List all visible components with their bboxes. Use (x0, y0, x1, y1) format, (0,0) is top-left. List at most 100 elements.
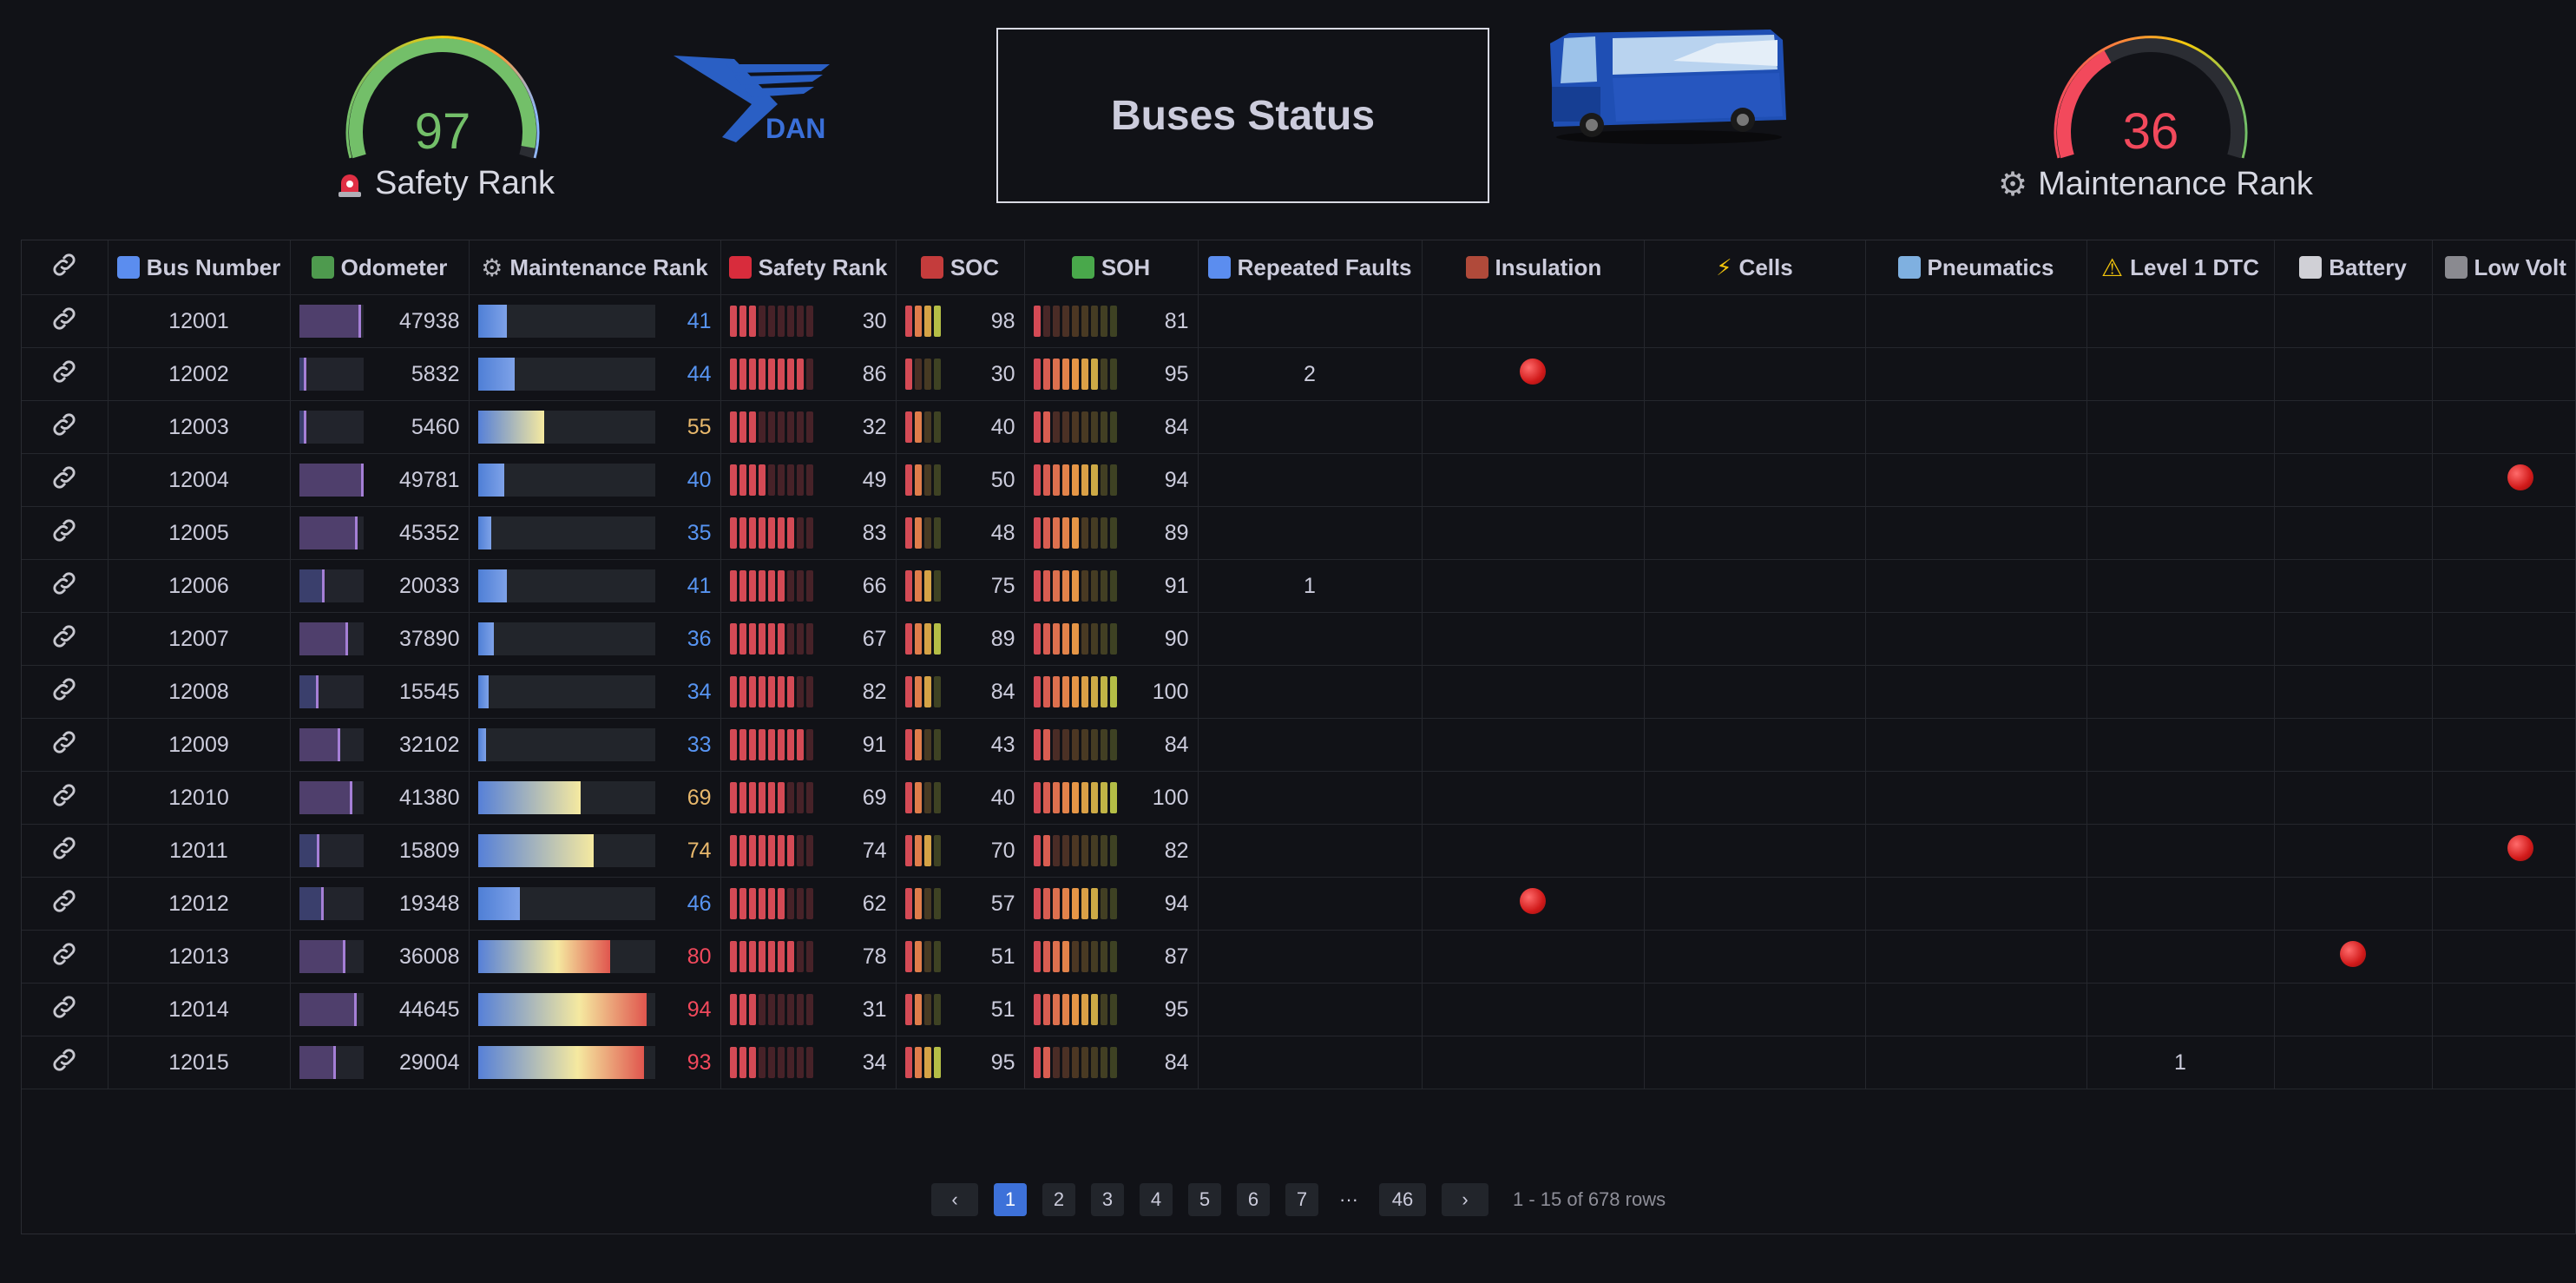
row-link-cell[interactable] (22, 877, 108, 931)
link-icon[interactable] (49, 942, 79, 974)
gauge-segment (914, 464, 922, 496)
battery-cell (2274, 294, 2433, 348)
link-icon[interactable] (49, 624, 79, 656)
link-icon[interactable] (49, 995, 79, 1027)
safety-rank-value: 69 (862, 785, 887, 810)
gauge-segment (758, 676, 766, 707)
row-link-cell[interactable] (22, 824, 108, 878)
gauge-segment (914, 359, 922, 390)
page-button-7[interactable]: 7 (1285, 1183, 1318, 1216)
gauge-segment (805, 676, 813, 707)
row-link-cell[interactable] (22, 983, 108, 1036)
link-icon[interactable] (49, 412, 79, 444)
row-link-cell[interactable] (22, 559, 108, 613)
link-icon[interactable] (49, 306, 79, 339)
row-link-cell[interactable] (22, 453, 108, 507)
maintenance-rank-cell: 46 (469, 877, 721, 931)
table-row[interactable]: 12008 15545 34 82 84 100 (22, 665, 2575, 719)
soh-value: 84 (1164, 1049, 1189, 1075)
column-header-maintenance-rank[interactable]: ⚙ Maintenance Rank (469, 240, 721, 295)
gauge-segment (1033, 994, 1041, 1025)
link-icon[interactable] (49, 836, 79, 868)
table-row[interactable]: 12014 44645 94 31 51 95 (22, 983, 2575, 1036)
page-button-6[interactable]: 6 (1237, 1183, 1270, 1216)
pneumatics-value (1865, 824, 2087, 878)
link-icon[interactable] (49, 571, 79, 603)
column-header-soh[interactable]: SOH (1024, 240, 1199, 295)
gauge-segment (796, 623, 804, 655)
table-row[interactable]: 12003 5460 55 32 40 84 (22, 400, 2575, 454)
maintenance-rank-value: 93 (687, 1049, 712, 1075)
link-icon[interactable] (49, 730, 79, 762)
link-icon[interactable] (49, 783, 79, 815)
column-header-pneumatics[interactable]: Pneumatics (1865, 240, 2087, 295)
column-header-repeated-faults[interactable]: Repeated Faults (1198, 240, 1423, 295)
column-header-level-1-dtc[interactable]: ⚠ Level 1 DTC (2086, 240, 2275, 295)
page-button-1[interactable]: 1 (994, 1183, 1027, 1216)
table-row[interactable]: 12013 36008 80 78 51 87 (22, 930, 2575, 984)
level1-dtc-value (2086, 718, 2275, 772)
table-row[interactable]: 12009 32102 33 91 43 84 (22, 718, 2575, 772)
column-header-low-volt[interactable]: Low Volt (2432, 240, 2575, 295)
page-button-5[interactable]: 5 (1188, 1183, 1221, 1216)
table-row[interactable]: 12007 37890 36 67 89 90 (22, 612, 2575, 666)
row-link-cell[interactable] (22, 718, 108, 772)
column-header-cells[interactable]: ⚡ Cells (1644, 240, 1866, 295)
gauge-segment (777, 676, 785, 707)
odometer-bar-fill (299, 305, 361, 338)
gauge-segment (1081, 729, 1088, 760)
row-link-cell[interactable] (22, 930, 108, 984)
soh-cell: 81 (1024, 294, 1199, 348)
row-link-cell[interactable] (22, 612, 108, 666)
gauge-segment (1033, 835, 1041, 866)
pneumatics-value (1865, 1036, 2087, 1089)
table-row[interactable]: 12012 19348 46 62 57 94 (22, 877, 2575, 931)
table-row[interactable]: 12006 20033 41 66 75 91 1 (22, 559, 2575, 613)
row-link-cell[interactable] (22, 294, 108, 348)
link-icon[interactable] (49, 677, 79, 709)
page-button-2[interactable]: 2 (1042, 1183, 1075, 1216)
page-button-3[interactable]: 3 (1091, 1183, 1124, 1216)
maintenance-rank-cell: 80 (469, 930, 721, 984)
link-icon[interactable] (49, 465, 79, 497)
link-icon[interactable] (49, 889, 79, 921)
row-link-cell[interactable] (22, 1036, 108, 1089)
row-link-cell[interactable] (22, 347, 108, 401)
column-header-battery[interactable]: Battery (2274, 240, 2433, 295)
link-icon[interactable] (49, 518, 79, 550)
maintenance-rank-bar (477, 993, 655, 1026)
column-header-bus-number[interactable]: Bus Number (108, 240, 291, 295)
row-link-cell[interactable] (22, 665, 108, 719)
insulation-cell (1422, 930, 1645, 984)
odometer-value: 15809 (398, 838, 460, 863)
gauge-segment (1109, 676, 1117, 707)
row-link-cell[interactable] (22, 771, 108, 825)
next-page-button[interactable]: › (1441, 1183, 1488, 1216)
level1-dtc-value (2086, 983, 2275, 1036)
table-row[interactable]: 12002 5832 44 86 30 95 2 (22, 347, 2575, 401)
soc-cell: 70 (896, 824, 1025, 878)
page-button-46[interactable]: 46 (1378, 1183, 1426, 1216)
link-icon[interactable] (49, 359, 79, 391)
soh-cell: 91 (1024, 559, 1199, 613)
gauge-segment (805, 411, 813, 443)
table-row[interactable]: 12015 29004 93 34 95 84 1 (22, 1036, 2575, 1089)
gauge-segment (786, 517, 794, 549)
gauge-segment (1081, 570, 1088, 602)
table-row[interactable]: 12011 15809 74 74 70 82 (22, 824, 2575, 878)
table-row[interactable]: 12004 49781 40 49 50 94 (22, 453, 2575, 507)
table-row[interactable]: 12010 41380 69 69 40 100 (22, 771, 2575, 825)
column-header-odometer[interactable]: Odometer (290, 240, 470, 295)
link-icon[interactable] (49, 1048, 79, 1080)
row-link-cell[interactable] (22, 400, 108, 454)
table-row[interactable]: 12005 45352 35 83 48 89 (22, 506, 2575, 560)
table-row[interactable]: 12001 47938 41 30 98 81 (22, 294, 2575, 348)
prev-page-button[interactable]: ‹ (931, 1183, 978, 1216)
column-header-insulation[interactable]: Insulation (1422, 240, 1645, 295)
row-link-cell[interactable] (22, 506, 108, 560)
page-button-4[interactable]: 4 (1140, 1183, 1173, 1216)
column-header-link[interactable] (22, 240, 108, 295)
column-header-soc[interactable]: SOC (896, 240, 1025, 295)
gauge-segment (1090, 941, 1098, 972)
column-header-safety-rank[interactable]: Safety Rank (720, 240, 897, 295)
